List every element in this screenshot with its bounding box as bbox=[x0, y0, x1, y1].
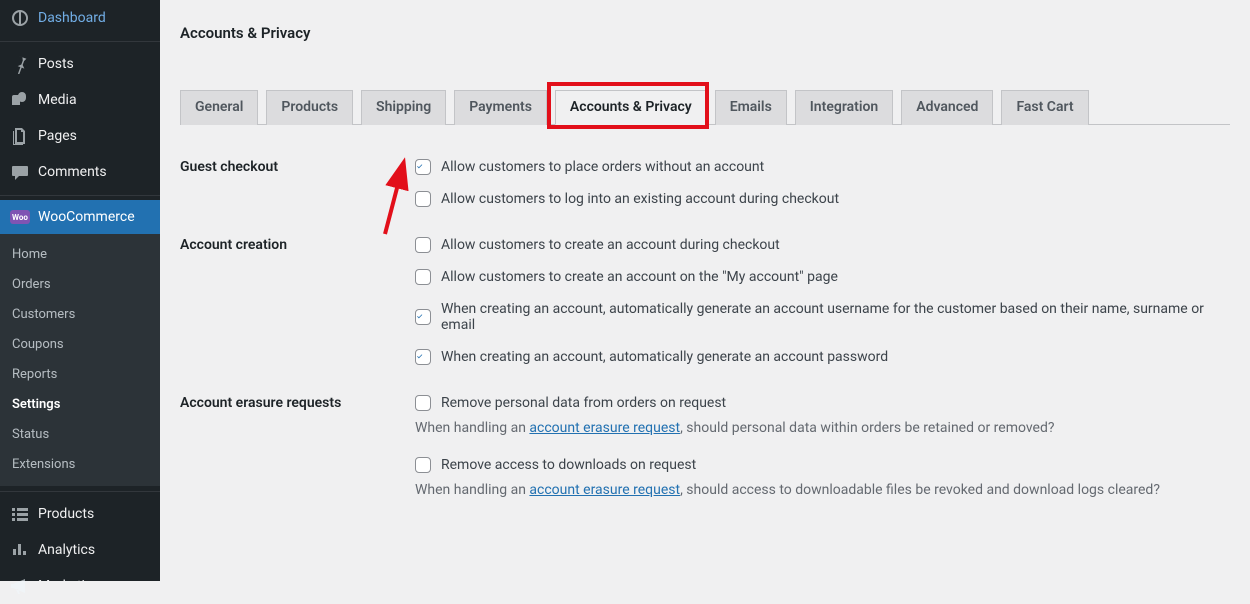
sidebar-item-media[interactable]: Media bbox=[0, 82, 160, 118]
tab-advanced[interactable]: Advanced bbox=[901, 90, 993, 125]
option-label: Remove access to downloads on request bbox=[441, 457, 696, 473]
pin-icon bbox=[10, 54, 30, 74]
option-auto-username: When creating an account, automatically … bbox=[415, 301, 1230, 333]
pages-icon bbox=[10, 126, 30, 146]
sidebar-item-woocommerce[interactable]: Woo WooCommerce bbox=[0, 200, 160, 234]
option-label: Allow customers to create an account on … bbox=[441, 269, 838, 285]
checkbox[interactable] bbox=[415, 269, 431, 285]
checkbox[interactable] bbox=[415, 309, 431, 325]
option-auto-password: When creating an account, automatically … bbox=[415, 349, 1230, 365]
section-heading: Guest checkout bbox=[180, 159, 415, 175]
option-label: Allow customers to place orders without … bbox=[441, 159, 764, 175]
submenu-item-coupons[interactable]: Coupons bbox=[0, 330, 160, 360]
sidebar-item-label: Analytics bbox=[38, 542, 95, 558]
tab-emails[interactable]: Emails bbox=[715, 90, 787, 125]
option-erase-personal-data: Remove personal data from orders on requ… bbox=[415, 395, 1230, 411]
submenu-item-customers[interactable]: Customers bbox=[0, 300, 160, 330]
tab-integration[interactable]: Integration bbox=[795, 90, 893, 125]
option-label: Allow customers to create an account dur… bbox=[441, 237, 780, 253]
option-help-text: When handling an account erasure request… bbox=[415, 419, 1230, 439]
checkbox[interactable] bbox=[415, 457, 431, 473]
media-icon bbox=[10, 90, 30, 110]
tab-accounts-privacy[interactable]: Accounts & Privacy bbox=[555, 90, 707, 125]
comment-icon bbox=[10, 162, 30, 182]
submenu-item-home[interactable]: Home bbox=[0, 240, 160, 270]
woo-icon: Woo bbox=[10, 210, 30, 224]
section-guest-checkout: Guest checkout Allow customers to place … bbox=[180, 159, 1230, 223]
option-label: Remove personal data from orders on requ… bbox=[441, 395, 726, 411]
checkbox[interactable] bbox=[415, 191, 431, 207]
sidebar-item-comments[interactable]: Comments bbox=[0, 154, 160, 190]
checkbox[interactable] bbox=[415, 395, 431, 411]
sidebar-item-dashboard[interactable]: Dashboard bbox=[0, 0, 160, 36]
tab-shipping[interactable]: Shipping bbox=[361, 90, 446, 125]
option-erase-downloads-access: Remove access to downloads on request bbox=[415, 457, 1230, 473]
checkbox[interactable] bbox=[415, 159, 431, 175]
sidebar-item-label: Marketing bbox=[38, 578, 101, 594]
checkbox[interactable] bbox=[415, 349, 431, 365]
option-allow-orders-without-account: Allow customers to place orders without … bbox=[415, 159, 1230, 175]
sidebar-item-label: Products bbox=[38, 506, 94, 522]
sidebar-item-posts[interactable]: Posts bbox=[0, 46, 160, 82]
products-icon bbox=[10, 504, 30, 524]
section-account-creation: Account creation Allow customers to crea… bbox=[180, 237, 1230, 381]
sidebar-item-label: Dashboard bbox=[38, 10, 106, 26]
sidebar-item-label: Posts bbox=[38, 56, 74, 72]
woocommerce-submenu: Home Orders Customers Coupons Reports Se… bbox=[0, 234, 160, 486]
analytics-icon bbox=[10, 540, 30, 560]
admin-sidebar: Dashboard Posts Media Pages bbox=[0, 0, 160, 581]
sidebar-item-label: WooCommerce bbox=[38, 209, 135, 225]
erasure-request-link[interactable]: account erasure request bbox=[529, 420, 680, 436]
settings-main: Accounts & Privacy General Products Ship… bbox=[160, 0, 1250, 581]
submenu-item-status[interactable]: Status bbox=[0, 420, 160, 450]
submenu-item-settings[interactable]: Settings bbox=[0, 390, 160, 420]
page-title: Accounts & Privacy bbox=[180, 10, 1230, 62]
erasure-request-link[interactable]: account erasure request bbox=[529, 482, 680, 498]
tab-fast-cart[interactable]: Fast Cart bbox=[1001, 90, 1088, 125]
sidebar-item-label: Comments bbox=[38, 164, 107, 180]
tab-general[interactable]: General bbox=[180, 90, 258, 125]
submenu-item-orders[interactable]: Orders bbox=[0, 270, 160, 300]
sidebar-item-label: Pages bbox=[38, 128, 77, 144]
submenu-item-reports[interactable]: Reports bbox=[0, 360, 160, 390]
option-label: Allow customers to log into an existing … bbox=[441, 191, 839, 207]
option-login-during-checkout: Allow customers to log into an existing … bbox=[415, 191, 1230, 207]
option-create-account-myaccount: Allow customers to create an account on … bbox=[415, 269, 1230, 285]
submenu-item-extensions[interactable]: Extensions bbox=[0, 450, 160, 480]
marketing-icon bbox=[10, 576, 30, 596]
sidebar-item-label: Media bbox=[38, 92, 77, 108]
checkbox[interactable] bbox=[415, 237, 431, 253]
sidebar-item-analytics[interactable]: Analytics bbox=[0, 532, 160, 568]
option-help-text: When handling an account erasure request… bbox=[415, 481, 1230, 501]
dashboard-icon bbox=[10, 8, 30, 28]
option-create-account-checkout: Allow customers to create an account dur… bbox=[415, 237, 1230, 253]
sidebar-item-pages[interactable]: Pages bbox=[0, 118, 160, 154]
section-account-erasure: Account erasure requests Remove personal… bbox=[180, 395, 1230, 518]
option-label: When creating an account, automatically … bbox=[441, 349, 888, 365]
sidebar-item-marketing[interactable]: Marketing bbox=[0, 568, 160, 604]
section-heading: Account creation bbox=[180, 237, 415, 253]
sidebar-item-products[interactable]: Products bbox=[0, 496, 160, 532]
settings-tabs: General Products Shipping Payments Accou… bbox=[180, 90, 1230, 125]
tab-payments[interactable]: Payments bbox=[454, 90, 547, 125]
section-heading: Account erasure requests bbox=[180, 395, 415, 411]
option-label: When creating an account, automatically … bbox=[441, 301, 1230, 333]
tab-products[interactable]: Products bbox=[266, 90, 353, 125]
